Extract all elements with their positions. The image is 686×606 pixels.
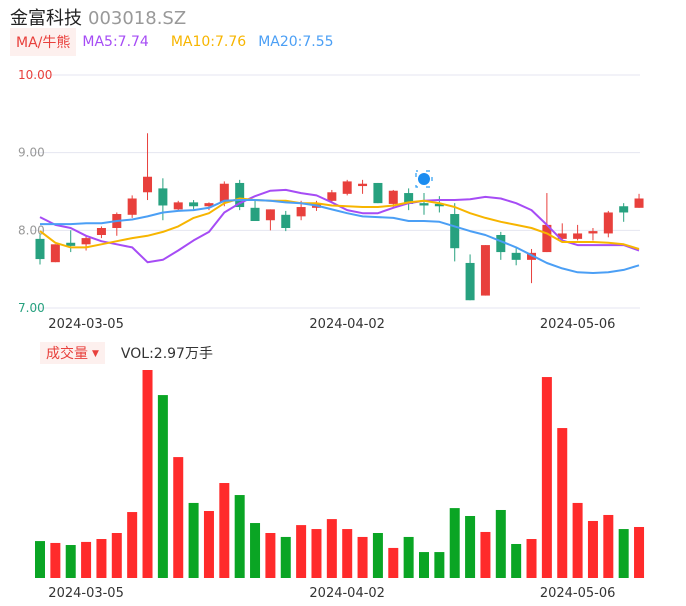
candle-body: [573, 233, 583, 239]
volume-bar: [142, 370, 153, 578]
candle-body: [373, 182, 383, 204]
volume-bar: [357, 536, 368, 578]
volume-bar: [111, 532, 122, 578]
event-marker-icon: [418, 173, 430, 185]
volume-bar: [526, 539, 537, 578]
volume-bar: [173, 457, 184, 578]
volume-bar: [81, 541, 92, 578]
volume-bar: [634, 526, 645, 578]
volume-bar: [465, 515, 476, 578]
volume-bar: [541, 377, 552, 578]
volume-bar: [342, 529, 353, 578]
volume-bar: [311, 529, 322, 578]
candle-body: [81, 238, 91, 245]
volume-bar: [618, 529, 629, 578]
candle-body: [480, 245, 490, 296]
volume-bar: [96, 539, 107, 578]
candle-body: [388, 190, 398, 204]
volume-bar: [572, 502, 583, 578]
volume-bar: [449, 508, 460, 578]
candle-body: [219, 183, 229, 203]
volume-bar: [296, 525, 307, 578]
candle-body: [588, 231, 598, 234]
y-tick-label: 9.00: [18, 146, 45, 160]
volume-bar: [557, 428, 568, 578]
volume-bar: [419, 552, 429, 578]
candle-body: [296, 207, 306, 217]
volume-bar: [403, 536, 414, 578]
candle-body: [173, 202, 183, 210]
candle-body: [96, 228, 106, 235]
candle-body: [342, 181, 352, 194]
candle-body: [66, 242, 76, 246]
volume-bar: [388, 547, 399, 578]
x-tick-label: 2024-05-06: [540, 317, 616, 332]
candle-body: [603, 212, 613, 234]
volume-x-tick-label: 2024-04-02: [309, 586, 385, 601]
volume-bar: [234, 495, 245, 578]
volume-bar: [326, 519, 337, 578]
volume-x-tick-label: 2024-05-06: [540, 586, 616, 601]
volume-bar: [280, 536, 291, 578]
candle-body: [281, 214, 291, 229]
candle-body: [35, 238, 45, 260]
volume-bar: [188, 502, 199, 578]
candle-body: [189, 202, 199, 207]
candle-body: [358, 183, 368, 187]
candle-body: [634, 198, 644, 208]
volume-bar: [219, 483, 230, 578]
volume-bar: [603, 514, 614, 578]
y-tick-label: 8.00: [18, 223, 45, 237]
candle-body: [50, 244, 60, 263]
candle-body: [619, 206, 629, 213]
volume-bar: [511, 543, 522, 578]
x-tick-label: 2024-04-02: [309, 317, 385, 332]
candle-body: [511, 252, 521, 260]
chart-canvas[interactable]: 10.009.008.007.002024-03-05 2024-04-02 202…: [0, 0, 686, 606]
volume-x-tick-label: 2024-03-05: [48, 586, 124, 601]
candle-body: [327, 192, 337, 201]
volume-bar: [265, 532, 276, 578]
volume-bar: [495, 509, 506, 578]
y-tick-label: 10.00: [18, 68, 52, 82]
candle-body: [450, 214, 460, 249]
candle-body: [158, 188, 168, 206]
volume-bar: [157, 395, 168, 578]
candle-body: [465, 262, 475, 301]
volume-bar: [372, 532, 383, 578]
volume-bar: [587, 520, 598, 578]
volume-bar: [434, 552, 445, 578]
candle-body: [265, 209, 275, 221]
volume-bar: [203, 511, 214, 578]
stock-chart-view: 金富科技 003018.SZ MA/牛熊 MA5:7.74 MA10:7.76 M…: [0, 0, 686, 606]
volume-bar: [50, 542, 61, 578]
candle-body: [419, 203, 429, 206]
candle-body: [250, 207, 260, 222]
candle-body: [127, 198, 137, 215]
y-tick-label: 7.00: [18, 301, 45, 315]
candle-body: [143, 176, 153, 193]
volume-bar: [35, 541, 45, 578]
volume-bar: [250, 523, 261, 578]
volume-bar: [65, 545, 76, 578]
volume-bar: [480, 531, 491, 578]
x-tick-label: 2024-03-05: [48, 317, 124, 332]
volume-bar: [127, 512, 138, 578]
